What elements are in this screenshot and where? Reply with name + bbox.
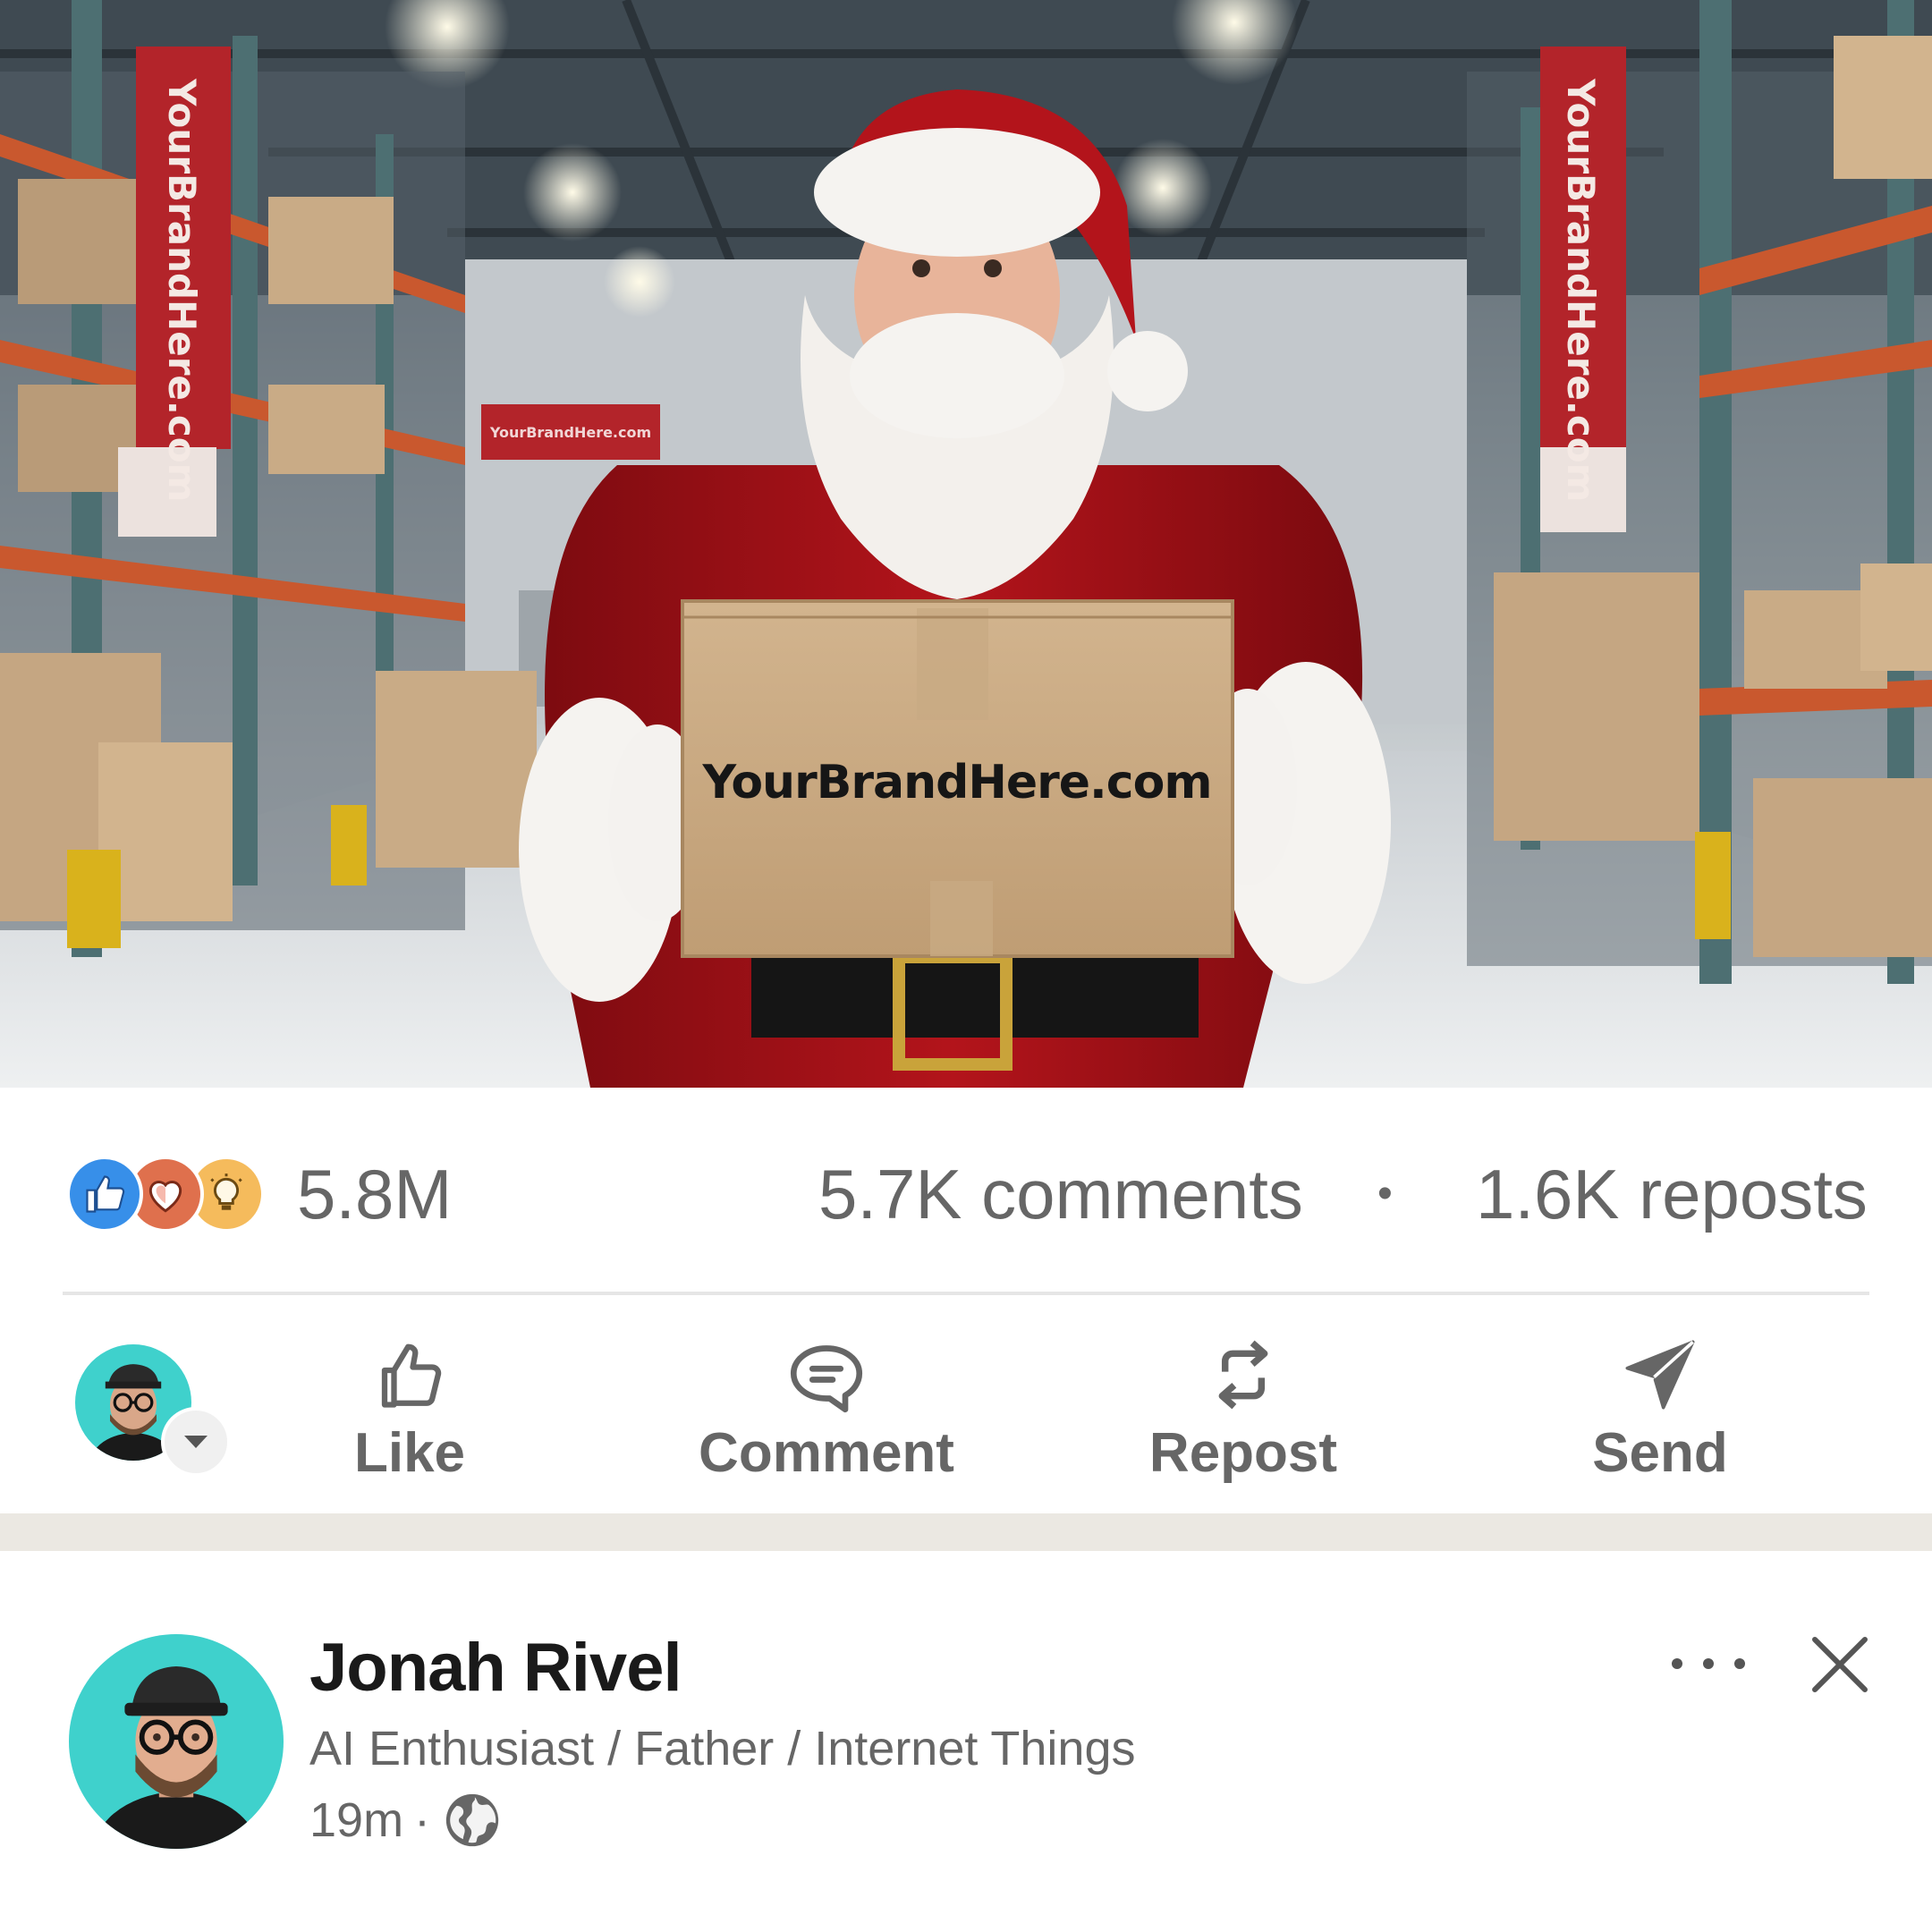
reaction-icons[interactable]: [66, 1154, 267, 1233]
comment-label: Comment: [699, 1422, 954, 1484]
warehouse-scene: [0, 0, 1932, 1088]
comments-count[interactable]: 5.7K comments: [818, 1154, 1303, 1234]
reaction-count[interactable]: 5.8M: [297, 1154, 452, 1234]
close-icon: [1812, 1637, 1868, 1692]
comment-icon: [665, 1328, 987, 1414]
close-button[interactable]: [1800, 1624, 1880, 1705]
right-banner-text: YourBrandHere.com: [1559, 79, 1603, 503]
wall-sign: YourBrandHere.com: [481, 404, 660, 460]
author-name[interactable]: Jonah Rivel: [309, 1628, 682, 1708]
like-label: Like: [353, 1422, 466, 1484]
feed-separator: [0, 1513, 1932, 1551]
social-counts: 5.8M 5.7K comments • 1.6K reposts: [63, 1154, 1869, 1234]
like-button[interactable]: Like: [249, 1328, 571, 1484]
actor-switcher[interactable]: [75, 1344, 231, 1477]
chevron-down-icon[interactable]: [161, 1407, 231, 1477]
more-options-button[interactable]: [1655, 1637, 1762, 1690]
stats-separator: •: [1377, 1170, 1393, 1217]
meta-separator: ·: [414, 1793, 431, 1847]
post-meta: 19m ·: [309, 1789, 504, 1852]
box-brand-text: YourBrandHere.com: [702, 756, 1212, 809]
ellipsis-icon: [1672, 1658, 1745, 1669]
divider: [63, 1292, 1869, 1295]
send-icon: [1499, 1328, 1821, 1414]
post-time: 19m: [309, 1793, 404, 1847]
author-headline: AI Enthusiast / Father / Internet Things: [309, 1722, 1136, 1775]
repost-button[interactable]: Repost: [1082, 1328, 1404, 1484]
like-icon: [66, 1156, 143, 1233]
post-image[interactable]: YourBrandHere.com YourBrandHere.com Your…: [0, 0, 1932, 1088]
left-banner-text: YourBrandHere.com: [160, 79, 204, 503]
send-button[interactable]: Send: [1499, 1328, 1821, 1484]
reposts-count[interactable]: 1.6K reposts: [1476, 1154, 1868, 1234]
thumbs-up-icon: [249, 1328, 571, 1414]
globe-icon: [441, 1789, 504, 1852]
repost-icon: [1082, 1328, 1404, 1414]
author-avatar[interactable]: [69, 1634, 284, 1849]
comment-button[interactable]: Comment: [665, 1328, 987, 1484]
send-label: Send: [1592, 1422, 1728, 1484]
repost-label: Repost: [1148, 1422, 1338, 1484]
